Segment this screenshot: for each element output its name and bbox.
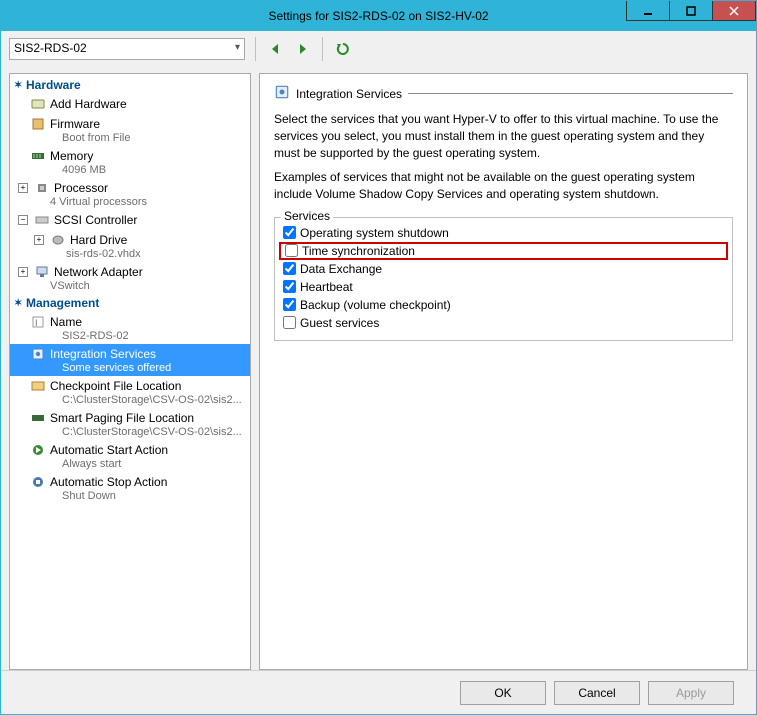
integration-services-icon [30,346,46,362]
start-action-icon [30,442,46,458]
hard-drive-icon [50,232,66,248]
vm-selector-value: SIS2-RDS-02 [14,41,87,55]
tree-smart-paging-location[interactable]: Smart Paging File Location C:\ClusterSto… [10,408,250,440]
service-label: Guest services [300,316,379,330]
header-divider [408,93,733,94]
service-row: Backup (volume checkpoint) [283,296,724,314]
refresh-button[interactable] [333,39,353,59]
titlebar: Settings for SIS2-RDS-02 on SIS2-HV-02 [1,1,756,31]
firmware-icon [30,116,46,132]
tree-hard-drive[interactable]: + Hard Drive sis-rds-02.vhdx [10,230,250,262]
nav-back-button[interactable] [266,39,286,59]
content-header: Integration Services [296,87,402,101]
minimize-button[interactable] [626,1,670,21]
service-label: Heartbeat [300,280,353,294]
toolbar-divider-2 [322,37,323,61]
checkpoint-icon [30,378,46,394]
service-label: Operating system shutdown [300,226,449,240]
tree-integration-services[interactable]: Integration Services Some services offer… [10,344,250,376]
content-description-1: Select the services that you want Hyper-… [274,111,733,161]
tree-memory[interactable]: Memory 4096 MB [10,146,250,178]
svg-text:I: I [35,318,38,328]
settings-window: Settings for SIS2-RDS-02 on SIS2-HV-02 S… [0,0,757,715]
vm-selector-dropdown[interactable]: SIS2-RDS-02 [9,38,245,60]
hardware-section-header[interactable]: ✶ Hardware [10,76,250,94]
integration-services-icon [274,84,290,103]
tree-name[interactable]: I Name SIS2-RDS-02 [10,312,250,344]
service-row: Operating system shutdown [283,224,724,242]
maximize-button[interactable] [669,1,713,21]
content-panel: Integration Services Select the services… [259,73,748,670]
button-bar: OK Cancel Apply [1,670,756,714]
add-hardware-icon [30,96,46,112]
expand-icon[interactable]: + [18,183,28,193]
collapse-icon[interactable]: − [18,215,28,225]
tree-automatic-start[interactable]: Automatic Start Action Always start [10,440,250,472]
service-row: Guest services [283,314,724,332]
collapse-icon: ✶ [14,80,26,91]
paging-icon [30,410,46,426]
management-section-header[interactable]: ✶ Management [10,294,250,312]
tree-firmware[interactable]: Firmware Boot from File [10,114,250,146]
toolbar-divider [255,37,256,61]
service-label: Data Exchange [300,262,382,276]
scsi-icon [34,212,50,228]
network-icon [34,264,50,280]
service-row: Time synchronization [279,242,728,260]
tree-scsi-controller[interactable]: − SCSI Controller [10,210,250,230]
services-group-label: Services [281,209,333,223]
ok-button[interactable]: OK [460,681,546,705]
main-area: ✶ Hardware Add Hardware Firmware [1,67,756,670]
services-group: Services Operating system shutdownTime s… [274,217,733,341]
name-icon: I [30,314,46,330]
content-description-2: Examples of services that might not be a… [274,169,733,203]
close-button[interactable] [712,1,756,21]
expand-icon[interactable]: + [18,267,28,277]
settings-tree[interactable]: ✶ Hardware Add Hardware Firmware [9,73,251,670]
toolbar: SIS2-RDS-02 [1,31,756,67]
collapse-icon: ✶ [14,298,26,309]
tree-automatic-stop[interactable]: Automatic Stop Action Shut Down [10,472,250,504]
tree-processor[interactable]: + Processor 4 Virtual processors [10,178,250,210]
service-row: Data Exchange [283,260,724,278]
stop-action-icon [30,474,46,490]
service-checkbox[interactable] [283,316,296,329]
service-label: Backup (volume checkpoint) [300,298,451,312]
tree-network-adapter[interactable]: + Network Adapter VSwitch [10,262,250,294]
expand-icon[interactable]: + [34,235,44,245]
cancel-button[interactable]: Cancel [554,681,640,705]
service-checkbox[interactable] [283,280,296,293]
nav-forward-button[interactable] [292,39,312,59]
service-checkbox[interactable] [283,226,296,239]
memory-icon [30,148,46,164]
service-checkbox[interactable] [285,244,298,257]
service-checkbox[interactable] [283,262,296,275]
tree-checkpoint-location[interactable]: Checkpoint File Location C:\ClusterStora… [10,376,250,408]
service-label: Time synchronization [302,244,415,258]
service-row: Heartbeat [283,278,724,296]
tree-add-hardware[interactable]: Add Hardware [10,94,250,114]
apply-button: Apply [648,681,734,705]
processor-icon [34,180,50,196]
service-checkbox[interactable] [283,298,296,311]
